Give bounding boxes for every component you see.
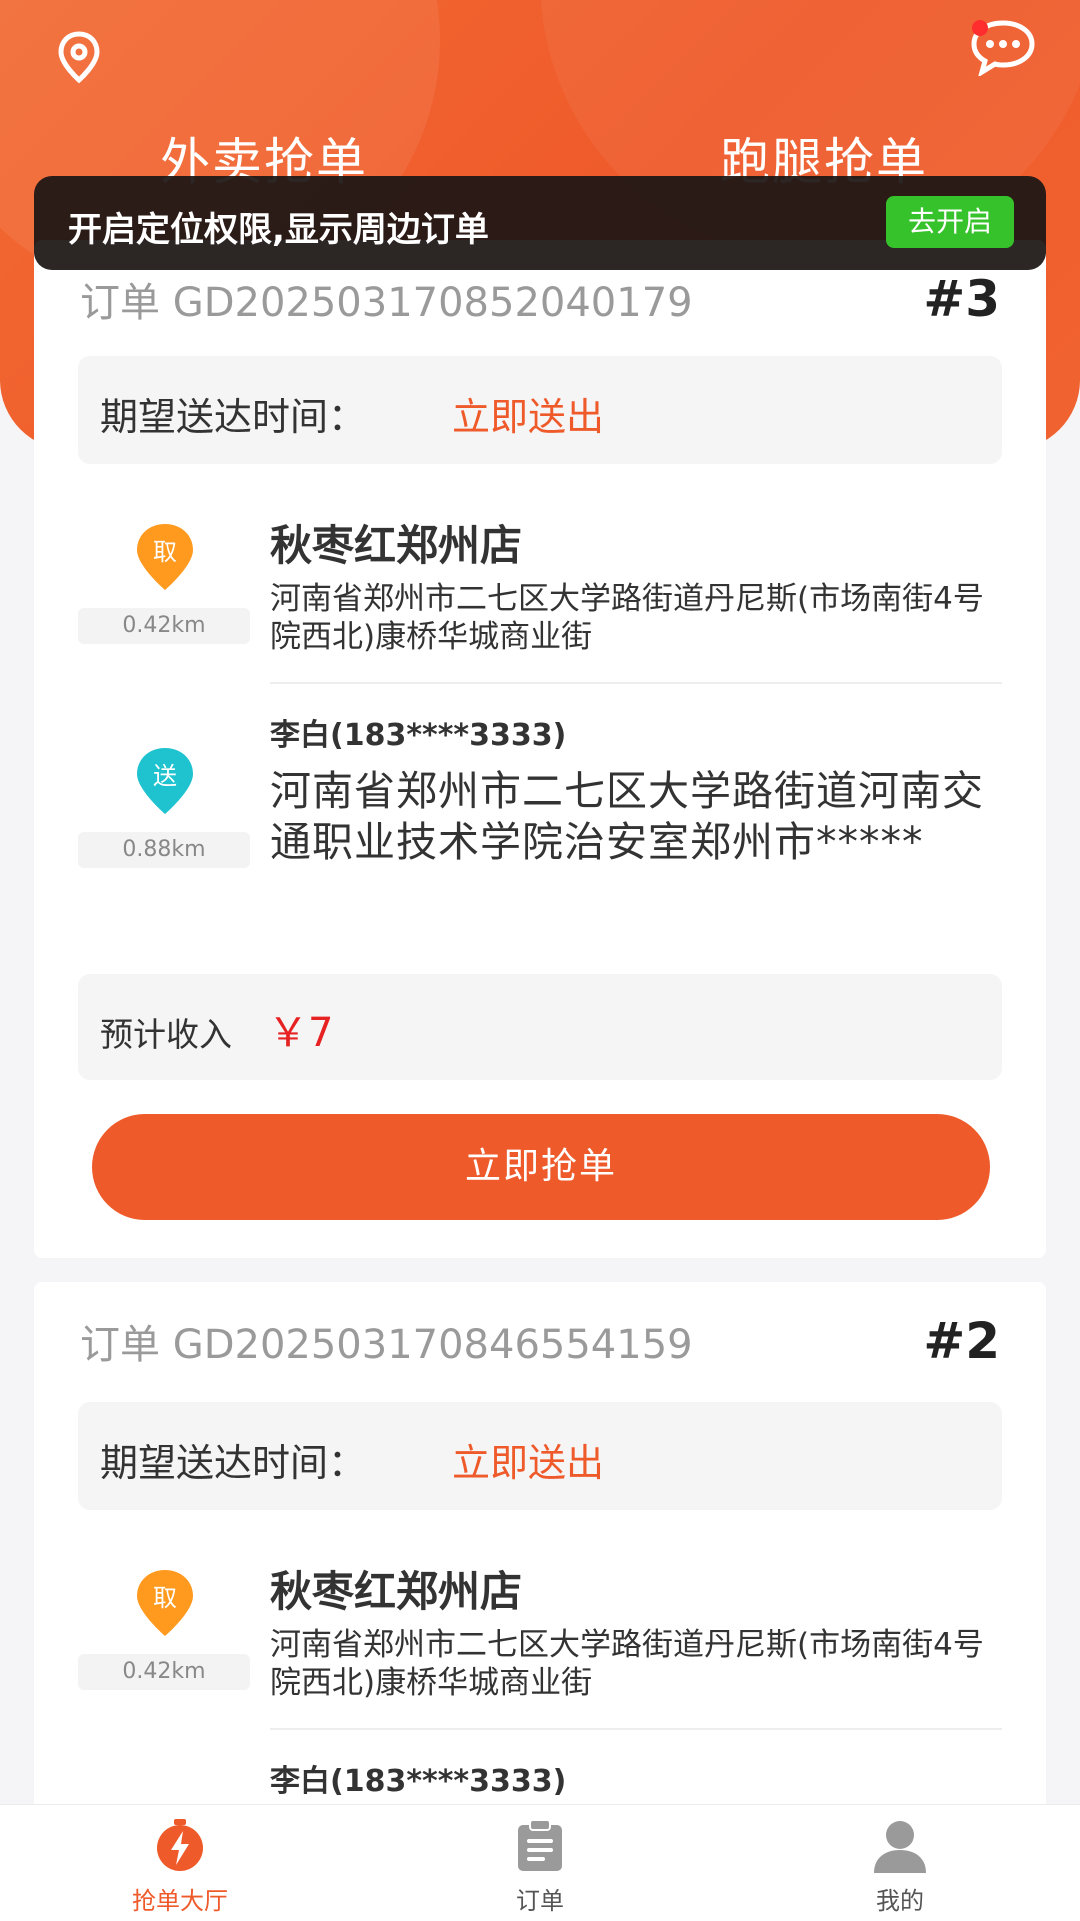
deliver-badge-icon: 送 [137,748,193,814]
location-pin-icon[interactable] [52,30,106,84]
tab-label: 订单 [516,1887,564,1915]
order-number: 订单 GD20250317085204017​9 [80,280,693,326]
toast-message: 开启定位权限,显示周边订单 [68,210,489,250]
tab-grab-hall[interactable]: 抢单大厅 [80,1805,280,1921]
order-number: 订单 GD20250317084655415​9 [80,1322,693,1368]
income-box: 预计收入 ￥7 [78,974,1002,1080]
delivery-time-value: 立即送出 [452,1441,605,1485]
receiver-address: 河南省郑州市二七区大学路街道河南交通职业技术学院治安室郑州市***** [270,767,984,866]
shop-address: 河南省郑州市二七区大学路街道丹尼斯(市场南街4号院西北)康桥华城商业街 [270,581,984,655]
delivery-time-label: 期望送达时间： [100,1441,367,1485]
svg-text:取: 取 [153,538,177,566]
order-card: 订单 GD20250317085204017​9 #3 期望送达时间： 立即送出… [34,240,1046,1258]
receiver-name: 李白(183****3333) [270,718,567,753]
tab-orders[interactable]: 订单 [440,1805,640,1921]
delivery-time-box: 期望送达时间： 立即送出 [78,1402,1002,1510]
delivery-time-value: 立即送出 [452,395,605,439]
divider [270,1728,1002,1730]
clipboard-icon [518,1819,562,1871]
lightning-timer-icon [157,1819,203,1871]
pickup-distance: 0.42km [78,1654,250,1690]
grab-order-button[interactable]: 立即抢单 [92,1114,990,1220]
order-sequence: #2 [923,1312,1000,1370]
delivery-time-label: 期望送达时间： [100,395,367,439]
shop-address: 河南省郑州市二七区大学路街道丹尼斯(市场南街4号院西北)康桥华城商业街 [270,1627,984,1701]
unread-dot [972,20,988,36]
order-sequence: #3 [923,270,1000,328]
income-label: 预计收入 [100,1015,232,1054]
income-value: ￥7 [268,1010,334,1056]
tab-label: 我的 [876,1887,924,1915]
order-card: 订单 GD20250317084655415​9 #2 期望送达时间： 立即送出… [34,1282,1046,1842]
svg-text:取: 取 [153,1584,177,1612]
pickup-badge-icon: 取 [137,524,193,590]
enable-location-button[interactable]: 去开启 [886,196,1014,248]
bottom-tab-bar: 抢单大厅 订单 我的 [0,1804,1080,1921]
shop-name: 秋枣红郑州店 [270,521,523,570]
pickup-badge-icon: 取 [137,1570,193,1636]
tab-label: 抢单大厅 [132,1887,228,1915]
shop-name: 秋枣红郑州店 [270,1567,523,1616]
deliver-distance: 0.88km [78,832,250,868]
user-icon [874,1821,926,1873]
tab-profile[interactable]: 我的 [800,1805,1000,1921]
pickup-distance: 0.42km [78,608,250,644]
delivery-time-box: 期望送达时间： 立即送出 [78,356,1002,464]
svg-text:送: 送 [153,762,177,790]
divider [270,682,1002,684]
location-permission-toast: 开启定位权限,显示周边订单 去开启 [34,176,1046,270]
receiver-name: 李白(183****3333) [270,1764,567,1799]
